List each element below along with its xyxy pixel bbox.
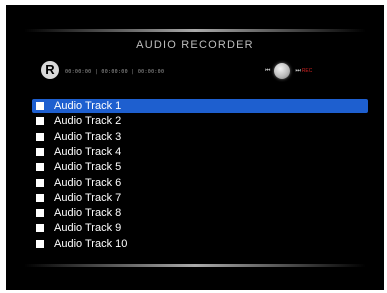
track-label: Audio Track 8 bbox=[54, 207, 122, 220]
track-label: Audio Track 2 bbox=[54, 115, 122, 128]
timecode-display: 00:00:00 | 00:00:00 | 00:00:00 bbox=[65, 69, 165, 75]
track-label: Audio Track 7 bbox=[54, 191, 122, 204]
skip-forward-icon[interactable]: ⏭ bbox=[295, 61, 301, 81]
list-item[interactable]: Audio Track 8 bbox=[32, 206, 368, 220]
track-checkbox[interactable] bbox=[36, 163, 44, 172]
track-label: Audio Track 9 bbox=[54, 222, 122, 235]
list-item[interactable]: Audio Track 10 bbox=[32, 237, 368, 251]
recorder-screen: AUDIO RECORDER R 00:00:00 | 00:00:00 | 0… bbox=[6, 5, 384, 290]
record-button[interactable] bbox=[274, 63, 291, 79]
list-item[interactable]: Audio Track 9 bbox=[32, 221, 368, 235]
rec-indicator: REC bbox=[301, 68, 313, 74]
list-item[interactable]: Audio Track 5 bbox=[32, 160, 368, 174]
bottom-divider bbox=[24, 264, 366, 267]
track-label: Audio Track 4 bbox=[54, 145, 122, 158]
track-checkbox[interactable] bbox=[36, 193, 44, 202]
track-label: Audio Track 6 bbox=[54, 176, 122, 189]
recorder-badge: R bbox=[41, 61, 59, 79]
skip-back-icon[interactable]: ⏮ bbox=[265, 61, 271, 81]
track-checkbox[interactable] bbox=[36, 224, 44, 233]
track-checkbox[interactable] bbox=[36, 178, 44, 187]
track-checkbox[interactable] bbox=[36, 117, 44, 126]
track-checkbox[interactable] bbox=[36, 239, 44, 248]
transport-controls: ⏮ ⏭ REC bbox=[265, 61, 312, 81]
track-checkbox[interactable] bbox=[36, 132, 44, 141]
list-item[interactable]: Audio Track 2 bbox=[32, 114, 368, 128]
list-item[interactable]: Audio Track 4 bbox=[32, 145, 368, 159]
track-label: Audio Track 5 bbox=[54, 161, 122, 174]
list-item[interactable]: Audio Track 1 bbox=[32, 99, 368, 113]
track-label: Audio Track 1 bbox=[54, 100, 122, 112]
track-checkbox[interactable] bbox=[36, 147, 44, 156]
track-checkbox[interactable] bbox=[36, 102, 44, 110]
page-title: AUDIO RECORDER bbox=[136, 39, 254, 51]
track-label: Audio Track 3 bbox=[54, 130, 122, 143]
list-item[interactable]: Audio Track 7 bbox=[32, 191, 368, 205]
top-divider bbox=[24, 29, 366, 32]
track-checkbox[interactable] bbox=[36, 209, 44, 218]
track-label: Audio Track 10 bbox=[54, 237, 128, 250]
list-item[interactable]: Audio Track 6 bbox=[32, 176, 368, 190]
list-item[interactable]: Audio Track 3 bbox=[32, 130, 368, 144]
